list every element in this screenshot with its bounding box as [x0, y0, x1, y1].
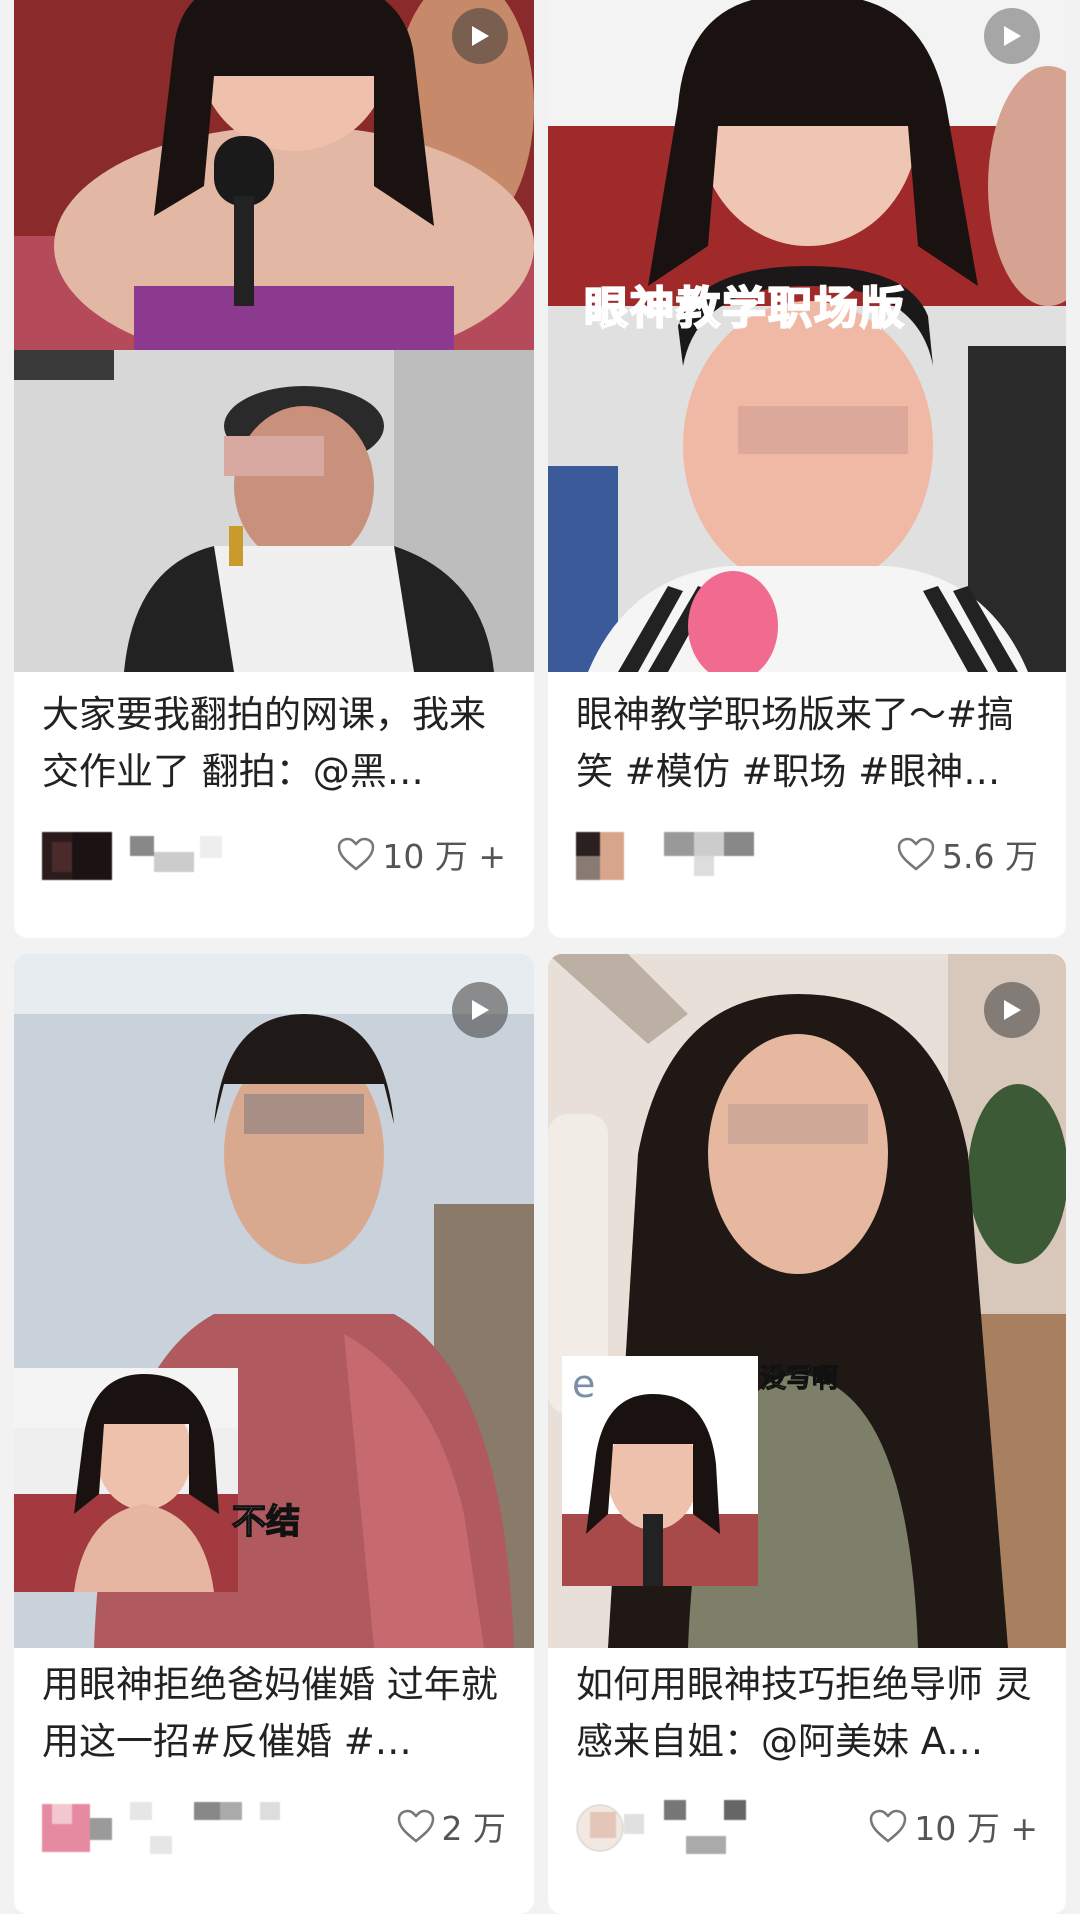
username[interactable]	[130, 1796, 280, 1856]
video-title[interactable]: 眼神教学职场版来了～#搞笑 #模仿 #职场 #眼神…	[576, 686, 1038, 800]
heart-outline-icon	[338, 837, 375, 871]
play-icon	[472, 1000, 489, 1020]
play-button[interactable]	[984, 8, 1040, 64]
heart-outline-icon	[897, 837, 935, 871]
avatar[interactable]	[42, 832, 112, 880]
like-count[interactable]: 10 万 +	[868, 1806, 1038, 1848]
video-thumbnail[interactable]	[14, 0, 534, 672]
username[interactable]	[664, 1796, 774, 1856]
heart-outline-icon	[397, 1809, 434, 1843]
like-count-text: 2 万	[441, 1809, 507, 1848]
video-title[interactable]: 如何用眼神技巧拒绝导师 灵感来自姐：@阿美妹 A…	[576, 1656, 1038, 1770]
video-meta: 5.6 万	[576, 824, 1038, 884]
video-overlay-letter: e	[572, 1362, 596, 1406]
video-overlay-caption: 不结	[231, 1501, 301, 1543]
heart-outline-icon	[870, 1809, 907, 1843]
avatar[interactable]	[576, 1804, 646, 1852]
like-count-text: 10 万 +	[914, 1809, 1038, 1848]
video-card[interactable]: 眼神教学职场版 眼神教学职场版来了～#搞笑 #模仿 #职场 #眼神… 5.6 万	[548, 0, 1066, 938]
play-button[interactable]	[452, 982, 508, 1038]
play-icon	[1004, 26, 1021, 46]
video-overlay-caption: 没写啊	[759, 1364, 839, 1395]
video-thumbnail[interactable]: 眼神教学职场版	[548, 0, 1066, 672]
video-thumbnail[interactable]: e 没写啊	[548, 954, 1066, 1648]
avatar[interactable]	[42, 1804, 112, 1852]
video-card[interactable]: 大家要我翻拍的网课，我来交作业了 翻拍：@黑… 10 万 +	[14, 0, 534, 938]
avatar[interactable]	[576, 832, 646, 880]
video-title[interactable]: 大家要我翻拍的网课，我来交作业了 翻拍：@黑…	[42, 686, 506, 800]
video-thumbnail[interactable]: 不结	[14, 954, 534, 1648]
video-card[interactable]: e 没写啊 如何用眼神技巧拒绝导师 灵感来自姐：@阿美妹 A… 10 万 +	[548, 954, 1066, 1914]
video-card[interactable]: 不结 用眼神拒绝爸妈催婚 过年就用这一招#反催婚 #… 2 万	[14, 954, 534, 1914]
username[interactable]	[664, 824, 774, 884]
like-count[interactable]: 2 万	[396, 1806, 506, 1848]
play-icon	[472, 26, 489, 46]
video-meta: 2 万	[42, 1796, 506, 1856]
video-feed-grid: 大家要我翻拍的网课，我来交作业了 翻拍：@黑… 10 万 + 眼神教学职场版 眼…	[0, 0, 1080, 1914]
video-meta: 10 万 +	[576, 1796, 1038, 1856]
like-count-text: 10 万 +	[382, 837, 506, 876]
username[interactable]	[130, 824, 240, 884]
video-title[interactable]: 用眼神拒绝爸妈催婚 过年就用这一招#反催婚 #…	[42, 1656, 506, 1770]
like-count[interactable]: 10 万 +	[336, 834, 506, 876]
play-button[interactable]	[984, 982, 1040, 1038]
video-overlay-caption: 眼神教学职场版	[583, 282, 906, 335]
video-meta: 10 万 +	[42, 824, 506, 884]
play-icon	[1004, 1000, 1021, 1020]
like-count-text: 5.6 万	[942, 837, 1038, 876]
play-button[interactable]	[452, 8, 508, 64]
like-count[interactable]: 5.6 万	[896, 834, 1038, 876]
